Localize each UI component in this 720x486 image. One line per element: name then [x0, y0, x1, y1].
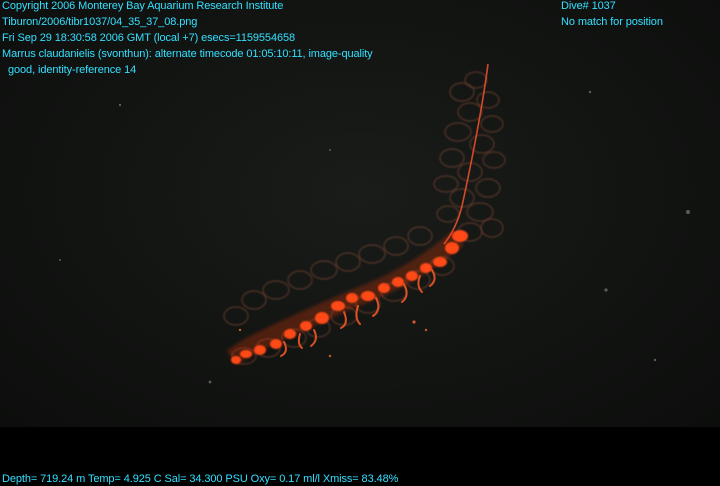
- sensor-readout: Depth= 719.24 m Temp= 4.925 C Sal= 34.30…: [2, 473, 399, 485]
- translucent-nectophores: [223, 71, 506, 365]
- video-frame: Copyright 2006 Monterey Bay Aquarium Res…: [0, 0, 720, 486]
- datetime-label: Fri Sep 29 18:30:58 2006 GMT (local +7) …: [2, 32, 296, 44]
- copyright-label: Copyright 2006 Monterey Bay Aquarium Res…: [2, 0, 284, 12]
- dive-number-label: Dive# 1037: [561, 0, 616, 12]
- position-status-label: No match for position: [561, 16, 663, 28]
- annotation-line-1: Marrus claudanielis (svonthun): alternat…: [2, 48, 373, 60]
- annotation-line-2: good, identity-reference 14: [8, 64, 137, 76]
- marine-snow-particles: [59, 90, 690, 384]
- file-path-label: Tiburon/2006/tibr1037/04_35_37_08.png: [2, 16, 198, 28]
